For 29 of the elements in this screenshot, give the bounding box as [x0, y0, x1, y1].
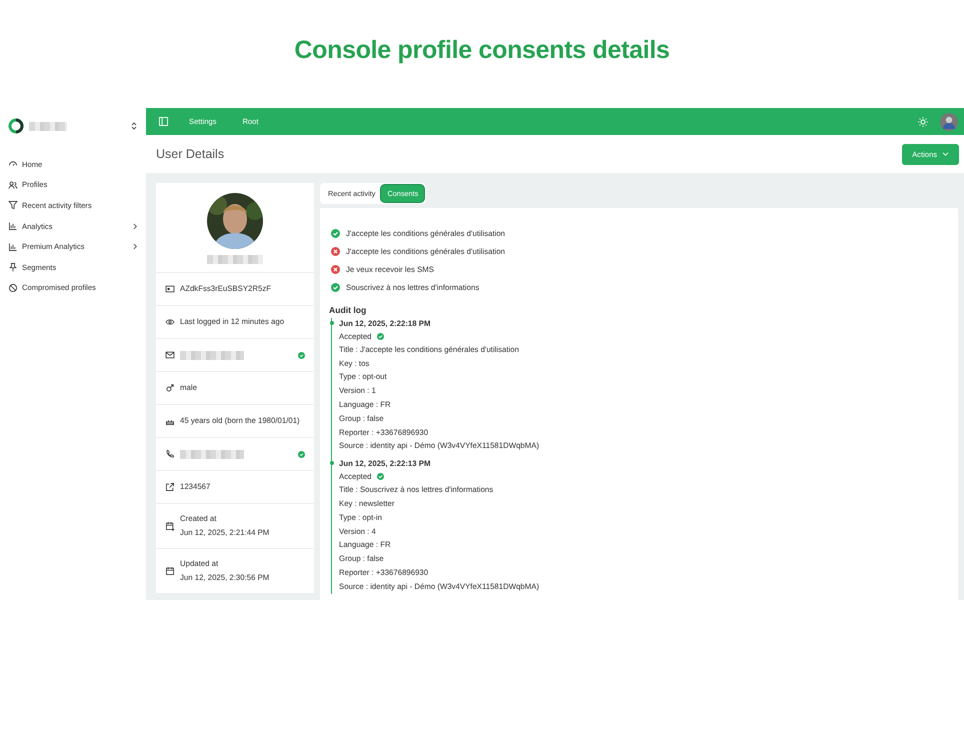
bar-chart-icon	[8, 242, 18, 252]
mail-icon	[165, 350, 175, 360]
users-icon	[8, 180, 18, 190]
male-icon	[165, 383, 175, 393]
blurred-text	[180, 350, 244, 360]
avatar-icon[interactable]	[940, 112, 958, 130]
blurred-text	[180, 450, 244, 458]
bar-chart-icon	[8, 221, 18, 232]
section-heading: Audit log	[329, 304, 368, 315]
caret-icon	[942, 152, 949, 156]
chevron-updown-icon[interactable]	[130, 121, 138, 131]
eye-icon	[165, 317, 175, 327]
id-card-icon	[165, 284, 175, 294]
ban-icon	[8, 282, 18, 293]
logo-icon	[8, 118, 24, 134]
page-title: Console profile consents details	[293, 35, 671, 66]
page-heading: User Details	[156, 147, 224, 161]
external-link-icon	[165, 482, 175, 492]
blurred-text	[29, 122, 67, 130]
calendar-plus-icon	[165, 521, 175, 531]
blurred-text	[207, 255, 263, 264]
phone-icon	[165, 449, 175, 459]
chevron-right-icon	[133, 243, 138, 250]
chevron-right-icon	[133, 222, 138, 230]
calendar-icon	[165, 566, 175, 576]
sidebar-toggle-icon[interactable]	[159, 117, 168, 126]
filter-icon	[8, 200, 18, 210]
sun-icon[interactable]	[918, 116, 928, 126]
pushpin-icon	[8, 262, 18, 272]
